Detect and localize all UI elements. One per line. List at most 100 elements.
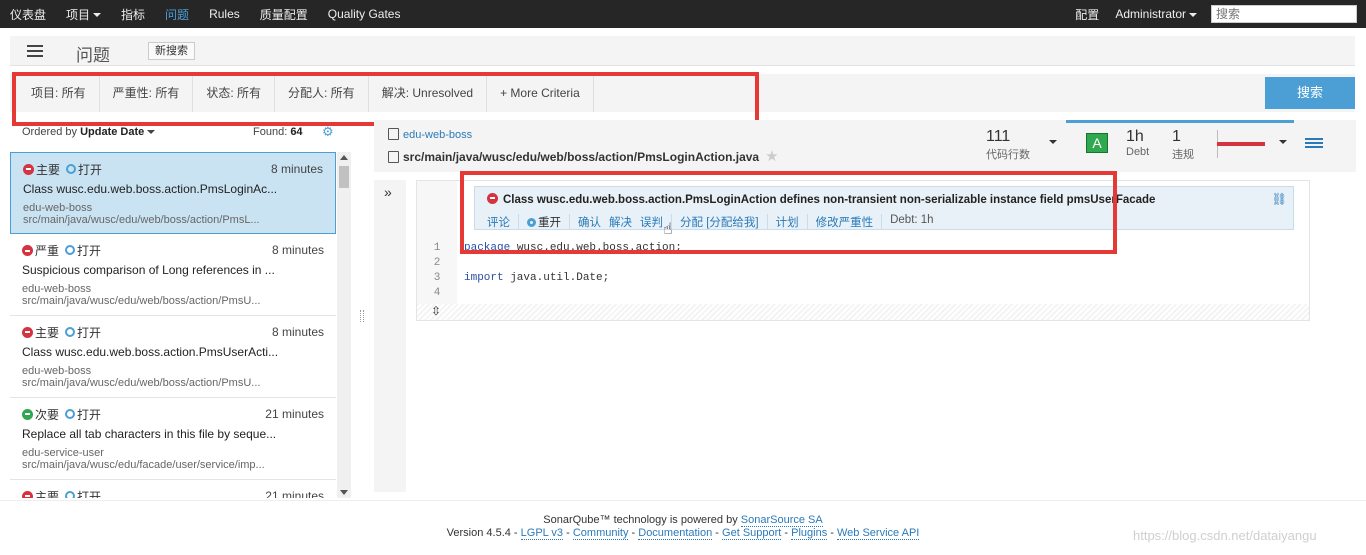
nav-rules[interactable]: Rules	[199, 7, 250, 21]
footer-version: Version 4.5.4	[446, 527, 511, 539]
scroll-down-icon[interactable]	[340, 490, 348, 495]
list-item[interactable]: 主要 打开 8 minutes Class wusc.edu.web.boss.…	[10, 316, 336, 398]
lines-value: 111	[986, 128, 1011, 145]
file-project-link[interactable]: edu-web-boss	[388, 128, 472, 141]
favorite-star-icon[interactable]: ★	[765, 148, 778, 165]
status-open-icon	[66, 164, 77, 174]
issue-message: Class wusc.edu.web.boss.action.PmsLoginA…	[23, 182, 278, 196]
file-icon	[388, 151, 399, 163]
get-support-link[interactable]: Get Support	[722, 527, 782, 540]
issue-path: src/main/java/wusc/edu/web/boss/action/P…	[22, 377, 261, 389]
highlight-box-issue	[460, 171, 1117, 254]
line-number[interactable]: 3	[417, 271, 457, 286]
community-link[interactable]: Community	[572, 527, 629, 540]
code-line: 4	[417, 286, 1309, 301]
issue-project: edu-service-user	[22, 447, 104, 459]
chevron-down-icon	[147, 130, 156, 135]
issue-list-header: Ordered by Update Date Found: 64 ⚙	[10, 122, 345, 144]
status-label: 打开	[77, 489, 102, 499]
line-number[interactable]: 1	[417, 241, 457, 256]
issue-time: 8 minutes	[271, 325, 324, 339]
severity-badge: 主要	[22, 488, 60, 499]
scroll-thumb[interactable]	[339, 166, 349, 188]
code-line: 3 import java.util.Date;	[417, 271, 1309, 286]
issue-list-scrollbar[interactable]	[337, 152, 351, 498]
severity-icon	[22, 490, 33, 498]
line-number[interactable]: 2	[417, 256, 457, 271]
severity-badge: 主要	[22, 324, 59, 341]
status-open-icon	[65, 327, 76, 337]
file-project-label: edu-web-boss	[403, 129, 473, 141]
severity-badge: 次要	[22, 406, 59, 423]
project-icon	[388, 128, 399, 140]
issue-path: src/main/java/wusc/edu/facade/user/servi…	[22, 459, 265, 471]
expand-lines-icon[interactable]: ⇳	[431, 304, 441, 318]
nav-dashboards[interactable]: 仪表盘	[0, 6, 56, 23]
status-badge: 打开	[65, 324, 101, 341]
nav-settings[interactable]: 配置	[1067, 6, 1107, 23]
list-icon[interactable]	[27, 45, 43, 57]
web-service-api-link[interactable]: Web Service API	[837, 527, 920, 540]
code-expand-bar[interactable]: ⇳	[417, 304, 1309, 320]
watermark: https://blog.csdn.net/dataiyangu	[1133, 528, 1317, 543]
list-item[interactable]: 主要 打开 21 minutes	[10, 480, 336, 498]
severity-label: 主要	[35, 489, 60, 499]
status-label: 打开	[77, 243, 102, 258]
license-link[interactable]: LGPL v3	[520, 527, 564, 540]
search-button[interactable]: 搜索	[1265, 77, 1355, 109]
nav-projects[interactable]: 项目	[56, 6, 111, 23]
list-item[interactable]: 严重 打开 8 minutes Suspicious comparison of…	[10, 234, 336, 316]
severity-icon	[22, 244, 33, 256]
list-item[interactable]: 次要 打开 21 minutes Replace all tab charact…	[10, 398, 336, 480]
nav-issues[interactable]: 问题	[155, 6, 199, 23]
issue-message: Suspicious comparison of Long references…	[22, 263, 275, 277]
severity-badge: 严重	[22, 242, 59, 259]
page-header: 问题 新搜索	[10, 36, 1355, 66]
severity-label: 主要	[36, 162, 61, 177]
page-title: 问题	[76, 46, 110, 65]
sonarsource-link[interactable]: SonarSource SA	[740, 514, 823, 527]
plugins-link[interactable]: Plugins	[791, 527, 828, 540]
menu-icon[interactable]	[1305, 138, 1323, 150]
panel-resize-handle[interactable]	[360, 310, 364, 322]
new-search-button[interactable]: 新搜索	[148, 42, 195, 60]
file-path: src/main/java/wusc/edu/web/boss/action/P…	[388, 147, 779, 165]
link-icon[interactable]: ⛓	[1272, 192, 1287, 206]
code-keyword: import	[464, 272, 504, 284]
chevron-down-icon[interactable]	[1049, 140, 1057, 144]
user-menu[interactable]: Administrator	[1107, 7, 1205, 21]
global-search-input[interactable]	[1211, 5, 1357, 23]
found-count: Found: 64	[253, 126, 303, 138]
issue-project: edu-web-boss	[22, 365, 92, 377]
status-label: 打开	[77, 407, 102, 422]
line-number[interactable]: 4	[417, 286, 457, 301]
issue-path: src/main/java/wusc/edu/web/boss/action/P…	[23, 214, 260, 226]
nav-projects-label: 项目	[66, 7, 91, 22]
issue-project: edu-web-boss	[22, 283, 92, 295]
status-open-icon	[65, 409, 76, 419]
sort-selector[interactable]: Ordered by Update Date	[22, 126, 156, 138]
highlight-box-criteria	[12, 72, 759, 126]
metric-issues: 1 违规	[1172, 128, 1194, 162]
progress-strip	[1066, 120, 1294, 123]
issue-message: Class wusc.edu.web.boss.action.PmsUserAc…	[22, 345, 279, 359]
status-badge: 打开	[65, 242, 101, 259]
gears-icon[interactable]: ⚙	[322, 125, 340, 139]
chevron-down-icon[interactable]	[1279, 140, 1287, 144]
severity-icon	[23, 163, 34, 175]
file-path-label: src/main/java/wusc/edu/web/boss/action/P…	[403, 150, 760, 164]
scroll-up-icon[interactable]	[340, 155, 348, 160]
sqale-rating-badge: A	[1086, 133, 1108, 153]
issue-path: src/main/java/wusc/edu/web/boss/action/P…	[22, 295, 261, 307]
found-label: Found:	[253, 126, 288, 138]
nav-measures[interactable]: 指标	[111, 6, 155, 23]
main-nav: 仪表盘 项目 指标 问题 Rules 质量配置 Quality Gates	[0, 0, 410, 28]
expand-icon[interactable]: »	[384, 184, 392, 200]
list-item[interactable]: 主要 打开 8 minutes Class wusc.edu.web.boss.…	[10, 152, 336, 234]
issues-label: 违规	[1172, 149, 1194, 161]
documentation-link[interactable]: Documentation	[638, 527, 713, 540]
issue-time: 8 minutes	[271, 243, 324, 257]
nav-quality-gates[interactable]: Quality Gates	[318, 7, 411, 21]
status-badge: 打开	[66, 161, 102, 178]
nav-quality-profiles[interactable]: 质量配置	[250, 6, 318, 23]
